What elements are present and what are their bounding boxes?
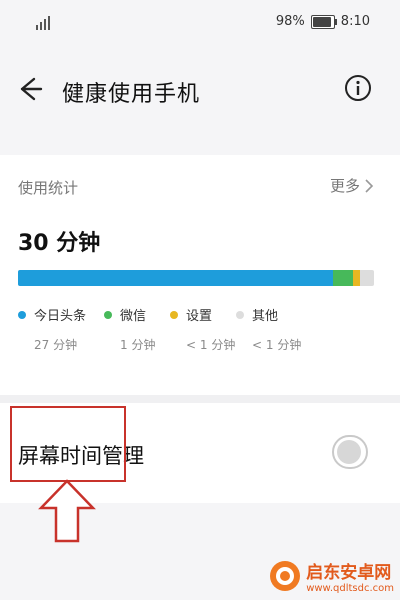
app-header: 健康使用手机 [0,52,400,124]
battery-level [312,16,331,27]
legend-app-duration: < 1 分钟 [186,338,236,352]
legend-app-duration: 27 分钟 [34,338,78,352]
legend-item: 设置 < 1 分钟 [170,305,235,353]
legend-dot [236,310,244,319]
phone-screen: 98% 8:10 健康使用手机 使用统计 更多 30 分钟 今日头条 27 分钟… [0,0,400,600]
watermark-logo-icon [270,561,301,591]
usage-bar-segment [333,270,353,286]
info-icon[interactable] [344,74,372,102]
more-link[interactable]: 更多 [330,175,374,196]
watermark-url: www.qdltsdc.com [306,583,394,594]
usage-bar-segment [360,270,374,286]
legend-app-duration: < 1 分钟 [252,338,302,352]
legend-app-name: 微信 [120,309,147,324]
usage-section-label: 使用统计 [18,179,79,197]
legend-app-name: 其他 [252,309,279,324]
usage-legend: 今日头条 27 分钟 微信 1 分钟 设置 < 1 分钟 其他 < 1 分钟 [18,305,388,365]
usage-bar-segment [352,270,361,286]
back-arrow-icon[interactable] [14,74,44,104]
usage-bar-segment [18,270,334,286]
annotation-up-arrow-icon [38,479,96,543]
screen-time-toggle[interactable] [332,435,368,469]
watermark-title: 启东安卓网 [306,563,392,583]
legend-app-duration: 1 分钟 [120,338,156,352]
legend-dot [18,310,26,319]
page-title: 健康使用手机 [62,82,201,107]
total-usage-time: 30 分钟 [18,231,101,256]
legend-app-name: 今日头条 [34,309,87,324]
usage-card[interactable]: 使用统计 更多 30 分钟 今日头条 27 分钟 微信 1 分钟 设置 < 1 分钟 其他 <… [0,155,400,395]
battery-icon [310,14,337,29]
usage-bar [18,270,374,286]
clock: 8:10 [340,14,370,29]
legend-dot [170,310,178,319]
status-bar: 98% 8:10 [0,0,400,44]
signal-icon [36,14,54,30]
annotation-highlight-box [10,406,126,482]
battery-percent: 98% [275,14,305,29]
status-right: 98% 8:10 [276,14,370,29]
more-label: 更多 [329,177,360,195]
legend-item: 其他 < 1 分钟 [236,305,301,353]
legend-dot [104,310,112,319]
watermark: 启东安卓网 www.qdltsdc.com [268,558,394,594]
legend-app-name: 设置 [186,309,213,324]
chevron-right-icon [365,178,374,193]
legend-item: 微信 1 分钟 [104,305,155,353]
section-divider [0,395,400,403]
legend-item: 今日头条 27 分钟 [18,305,86,353]
